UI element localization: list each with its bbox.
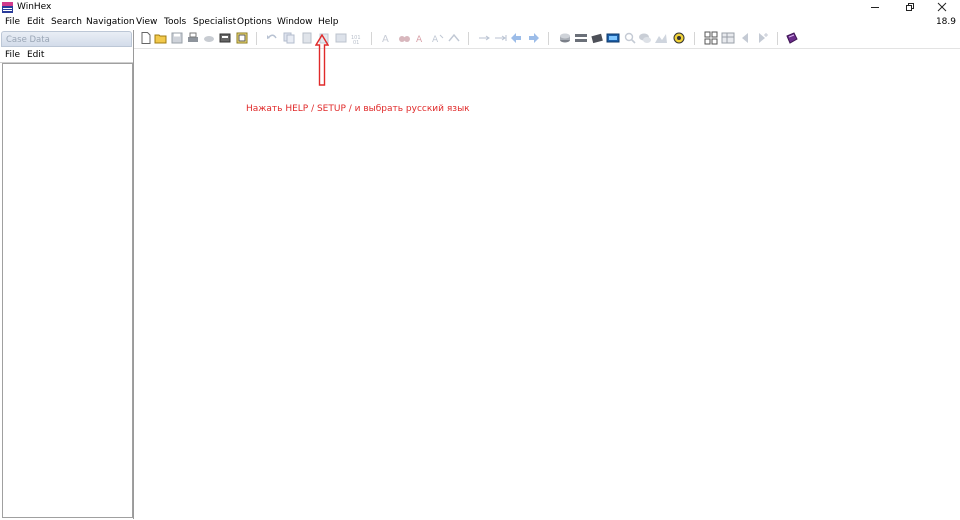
search-icon[interactable] [623,31,637,45]
version-label: 18.9 [935,17,956,27]
forward-icon[interactable] [526,31,540,45]
grid-icon[interactable] [704,31,718,45]
undo-icon[interactable] [265,31,279,45]
toolbar-separator [468,32,469,45]
save-icon[interactable] [170,31,184,45]
chat-icon[interactable] [638,31,652,45]
minimize-icon [871,7,879,8]
menu-file[interactable]: File [5,17,20,27]
menu-options[interactable]: Options [237,17,272,27]
window-title: WinHex [17,2,52,12]
properties-icon[interactable] [202,31,216,45]
toolbar-separator [777,32,778,45]
case-menu-file[interactable]: File [5,50,20,60]
case-data-header: Case Data [1,31,132,47]
restore-icon [906,3,914,11]
svg-text:01: 01 [353,40,359,45]
svg-text:A: A [416,35,423,45]
case-tree-area[interactable] [2,63,133,518]
case-menu-bar: File Edit [0,48,133,63]
gallery-icon[interactable] [672,31,686,45]
title-bar: WinHex [0,0,960,14]
copy-icon[interactable] [334,31,348,45]
restore-button[interactable] [895,0,925,14]
menu-tools[interactable]: Tools [164,17,186,27]
menu-help[interactable]: Help [318,17,339,27]
menu-bar: File Edit Search Navigation View Tools S… [0,15,960,29]
case-menu-edit[interactable]: Edit [27,50,44,60]
copy-icon[interactable] [282,31,296,45]
svg-text:A: A [382,34,389,45]
open-folder-icon[interactable] [154,31,168,45]
minimize-button[interactable] [860,0,890,14]
paste-icon[interactable] [300,31,314,45]
open-disk-icon[interactable] [218,31,232,45]
svg-text:A: A [432,35,439,45]
previous-icon[interactable] [738,31,752,45]
close-button[interactable] [927,0,957,14]
book-icon[interactable] [785,31,799,45]
disk-editor-icon[interactable] [558,31,572,45]
goto-offset-icon[interactable] [447,31,461,45]
close-icon [937,2,947,12]
chart-icon[interactable] [654,31,668,45]
print-icon[interactable] [186,31,200,45]
toolbar-separator [694,32,695,45]
toolbar-separator [548,32,549,45]
annotation-text: Нажать HELP / SETUP / и выбрать русский … [246,104,470,114]
find-text-icon[interactable]: A [380,31,394,45]
menu-search[interactable]: Search [51,17,82,27]
back-icon[interactable] [510,31,524,45]
toolbar: 101 01 A A A [134,29,960,48]
menu-navigation[interactable]: Navigation [86,17,135,27]
menu-specialist[interactable]: Specialist [193,17,236,27]
replace-hex-icon[interactable]: A [431,31,445,45]
new-file-icon[interactable] [139,31,153,45]
case-data-title: Case Data [6,35,50,45]
toolbar-separator [256,32,257,45]
write-icon[interactable]: 101 01 [350,31,364,45]
winhex-app-icon [2,2,13,13]
menu-edit[interactable]: Edit [27,17,44,27]
annotation-arrow [315,34,329,86]
replace-text-icon[interactable]: A [414,31,428,45]
next-icon[interactable] [755,31,769,45]
ram-editor-icon[interactable] [590,31,604,45]
properties-icon[interactable] [235,31,249,45]
table-icon[interactable] [721,31,735,45]
main-workspace [134,48,960,520]
toolbar-separator [371,32,372,45]
case-data-panel: Case Data File Edit [0,30,134,519]
find-hex-icon[interactable] [397,31,411,45]
disk-clone-icon[interactable] [574,31,588,45]
menu-window[interactable]: Window [277,17,313,27]
screen-icon[interactable] [606,31,620,45]
goto-sector-icon[interactable] [494,31,508,45]
goto-offset-icon[interactable] [477,31,491,45]
menu-view[interactable]: View [136,17,157,27]
